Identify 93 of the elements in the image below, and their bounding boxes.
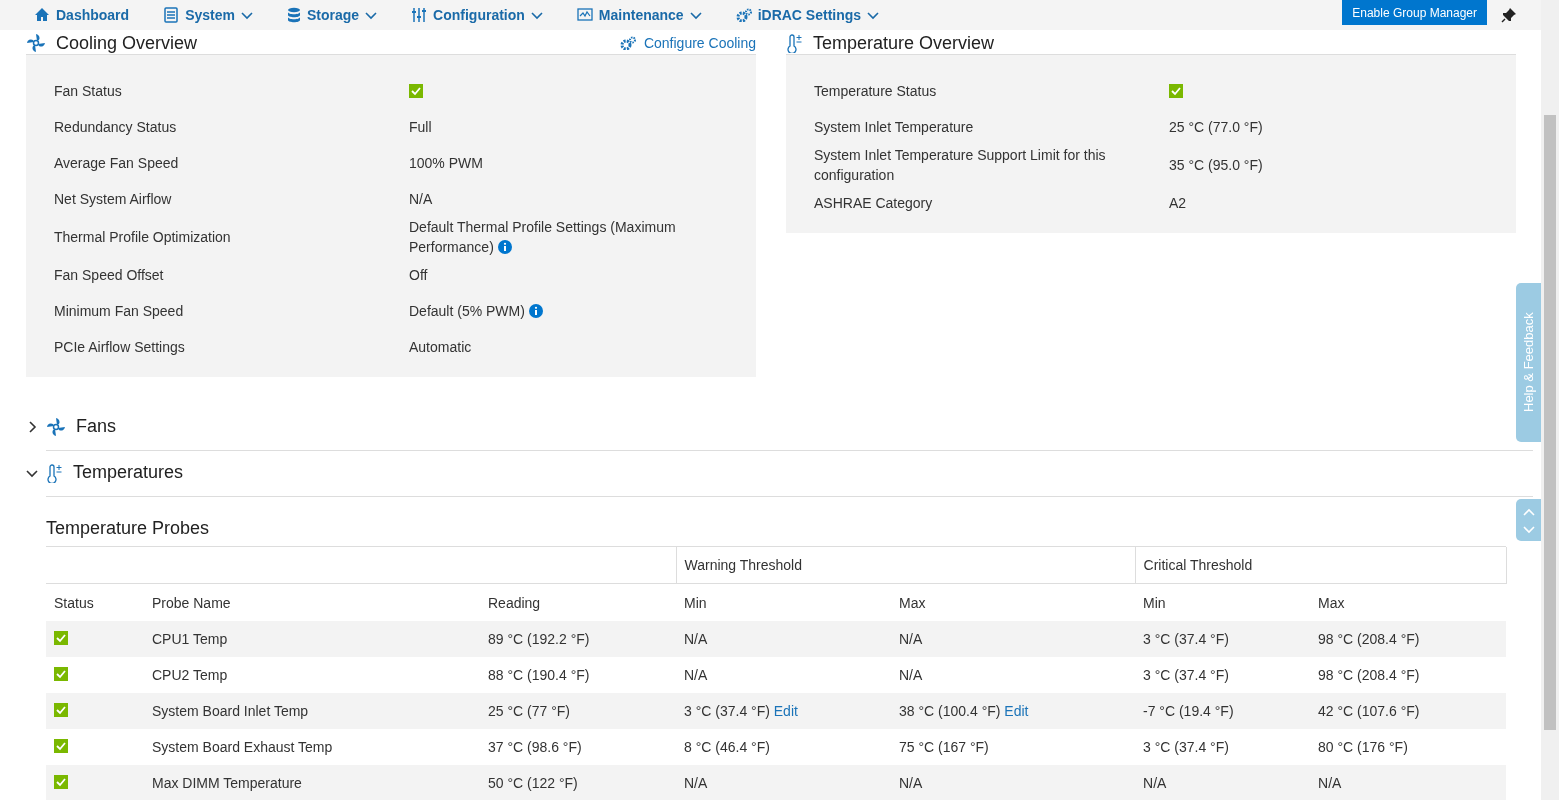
table-cell: 3 °C (37.4 °F) — [1135, 621, 1310, 657]
nav-menu-item[interactable]: Storage — [284, 0, 380, 30]
chevron-right-icon[interactable] — [26, 421, 38, 433]
table-cell: 75 °C (167 °F) — [891, 729, 1135, 765]
property-value: 100% PWM — [409, 154, 483, 173]
nav-menu-item[interactable]: System — [161, 0, 255, 30]
column-header: Probe Name — [144, 583, 480, 621]
property-label: Minimum Fan Speed — [53, 302, 185, 321]
property-label: Fan Speed Offset — [53, 266, 165, 285]
table-cell: N/A — [891, 765, 1135, 800]
configure-cooling-link[interactable]: Configure Cooling — [619, 35, 756, 51]
property-label: Fan Status — [53, 82, 123, 101]
property-label: Net System Airflow — [53, 190, 173, 209]
pin-icon[interactable] — [1501, 7, 1517, 23]
column-header: Status — [46, 583, 144, 621]
property-label: Redundancy Status — [53, 118, 178, 137]
property-label: Average Fan Speed — [53, 154, 180, 173]
table-title: Temperature Probes — [46, 506, 1506, 547]
gears-icon — [735, 8, 752, 22]
database-icon — [286, 7, 301, 23]
property-label: System Inlet Temperature Support Limit for this configuration — [813, 146, 1107, 185]
table-cell: 38 °C (100.4 °F) Edit — [891, 693, 1135, 729]
table-cell: N/A — [891, 621, 1135, 657]
nav-menu-item[interactable]: Configuration — [409, 0, 545, 30]
property-label: ASHRAE Category — [813, 194, 934, 213]
property-value: Off — [409, 266, 428, 285]
panel-title: Temperature Overview — [813, 32, 995, 54]
property-label: System Inlet Temperature — [813, 118, 975, 137]
enable-group-manager-button[interactable]: Enable Group Manager — [1342, 0, 1487, 25]
thermometer-icon — [46, 462, 63, 483]
home-icon — [34, 7, 50, 23]
property-label: PCIe Airflow Settings — [53, 338, 186, 357]
scrollbar[interactable] — [1541, 0, 1559, 800]
edit-link[interactable]: Edit — [1004, 703, 1029, 719]
property-label: Thermal Profile Optimization — [53, 228, 232, 247]
server-icon — [163, 7, 180, 23]
column-header: Max — [1310, 583, 1507, 621]
table-cell: 25 °C (77 °F) — [480, 693, 676, 729]
table-cell: N/A — [891, 657, 1135, 693]
property-value: A2 — [1169, 194, 1187, 213]
column-header: Max — [891, 583, 1135, 621]
section-title[interactable]: Temperatures — [73, 462, 184, 483]
fan-icon — [26, 33, 46, 53]
column-group-header: Critical Threshold — [1135, 547, 1507, 584]
sliders-icon — [411, 7, 428, 23]
table-cell: 89 °C (192.2 °F) — [480, 621, 676, 657]
section-title[interactable]: Fans — [76, 416, 117, 437]
table-cell: 88 °C (190.4 °F) — [480, 657, 676, 693]
nav-menu-item[interactable]: iDRAC Settings — [733, 0, 882, 30]
nav-menu-item[interactable]: Maintenance — [574, 0, 704, 30]
table-cell: System Board Exhaust Temp — [144, 729, 480, 765]
info-icon[interactable] — [497, 240, 512, 254]
edit-link[interactable]: Edit — [773, 703, 798, 719]
property-value: 25 °C (77.0 °F) — [1169, 118, 1263, 137]
column-header: Min — [676, 583, 891, 621]
table-cell: System Board Inlet Temp — [144, 693, 480, 729]
property-value: Default (5% PWM) — [409, 301, 543, 321]
table-cell: 98 °C (208.4 °F) — [1310, 657, 1507, 693]
fan-icon — [46, 416, 66, 437]
table-cell: Max DIMM Temperature — [144, 765, 480, 800]
table-cell: 3 °C (37.4 °F) — [1135, 729, 1310, 765]
table-cell: 37 °C (98.6 °F) — [480, 729, 676, 765]
table-cell: 3 °C (37.4 °F) Edit — [676, 693, 891, 729]
property-value: Automatic — [409, 338, 472, 357]
table-cell: CPU1 Temp — [144, 621, 480, 657]
column-header: Reading — [480, 583, 676, 621]
table-cell: 3 °C (37.4 °F) — [1135, 657, 1310, 693]
column-header: Min — [1135, 583, 1310, 621]
info-icon[interactable] — [528, 304, 543, 318]
property-value: Full — [409, 118, 432, 137]
property-value: 35 °C (95.0 °F) — [1169, 156, 1263, 175]
monitor-chart-icon — [576, 7, 593, 23]
table-cell: N/A — [1135, 765, 1310, 800]
table-cell: N/A — [676, 657, 891, 693]
table-cell: -7 °C (19.4 °F) — [1135, 693, 1310, 729]
nav-menu-item[interactable]: Dashboard — [32, 0, 132, 30]
table-cell: 8 °C (46.4 °F) — [676, 729, 891, 765]
table-cell: N/A — [1310, 765, 1507, 800]
table-cell: N/A — [676, 621, 891, 657]
table-cell: 42 °C (107.6 °F) — [1310, 693, 1507, 729]
gears-icon — [619, 36, 636, 50]
column-group-header: Warning Threshold — [676, 547, 1135, 584]
chevron-down-icon[interactable] — [26, 467, 38, 479]
property-value: N/A — [409, 190, 433, 209]
table-cell: N/A — [676, 765, 891, 800]
thermometer-icon — [786, 33, 803, 53]
table-cell: 98 °C (208.4 °F) — [1310, 621, 1507, 657]
property-label: Temperature Status — [813, 82, 938, 101]
panel-title: Cooling Overview — [56, 32, 198, 54]
table-cell: 80 °C (176 °F) — [1310, 729, 1507, 765]
property-value: Default Thermal Profile Settings (Maximum Performance) — [409, 218, 677, 257]
table-cell: 50 °C (122 °F) — [480, 765, 676, 800]
table-cell: CPU2 Temp — [144, 657, 480, 693]
